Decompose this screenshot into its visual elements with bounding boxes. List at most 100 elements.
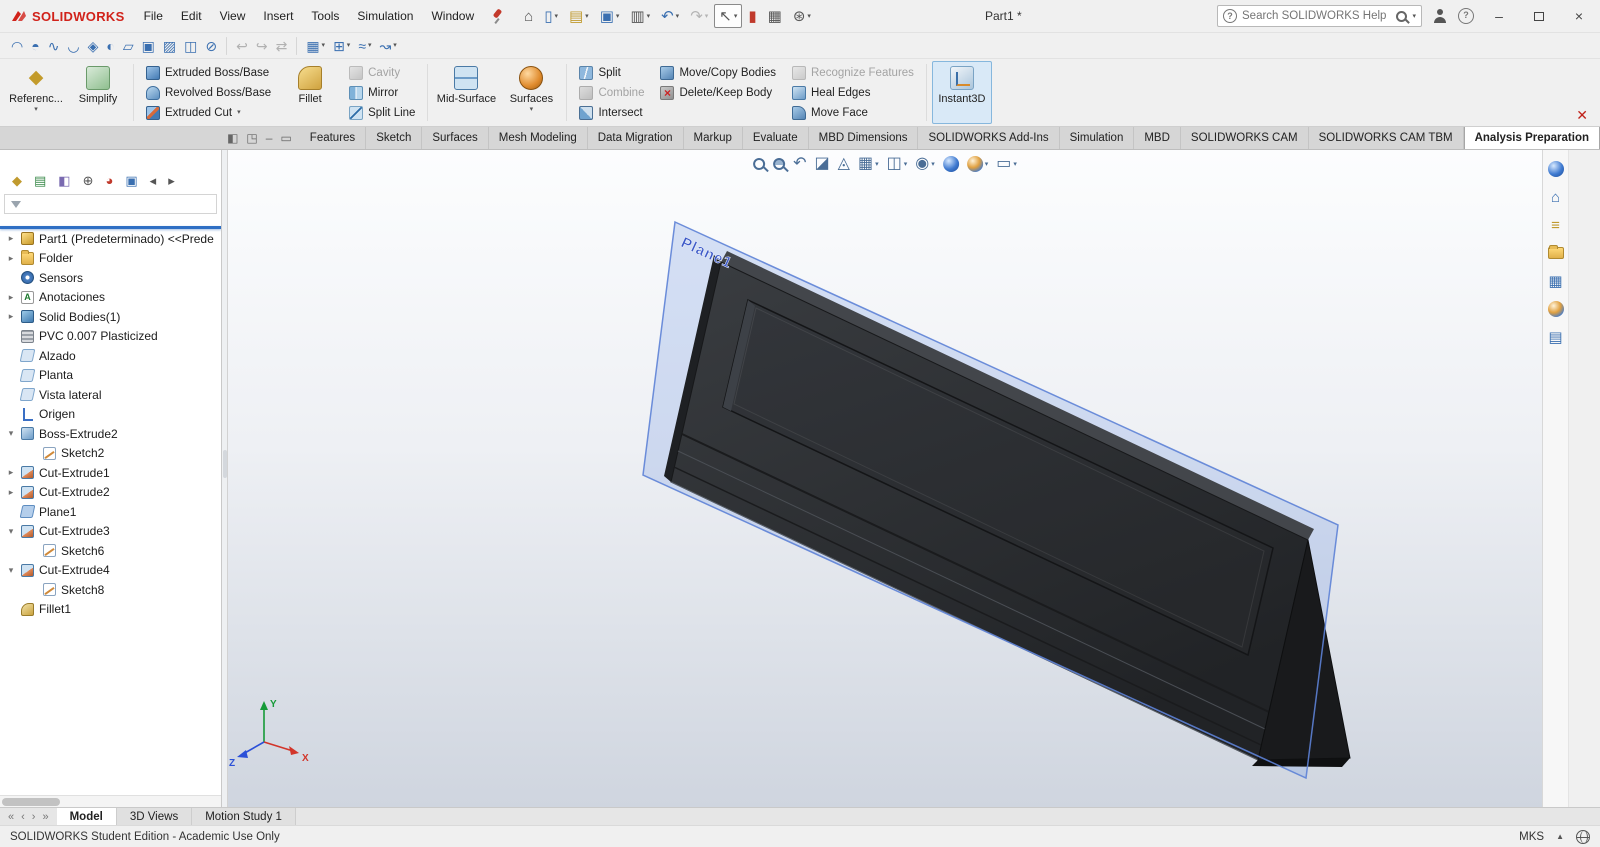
lofted-surface-button[interactable]: ◡ xyxy=(64,35,82,57)
dropdown-arrow-icon[interactable]: ▾ xyxy=(554,13,558,20)
pin-menu-icon[interactable] xyxy=(489,8,505,24)
close-window-button[interactable]: × xyxy=(1564,3,1594,29)
tree-tab-scroll-left[interactable]: ◂ xyxy=(150,174,157,187)
mirror-button[interactable]: Mirror xyxy=(344,83,420,102)
tree-item[interactable]: Origen xyxy=(0,405,221,425)
custom-properties-button[interactable]: ▤ xyxy=(1546,328,1566,346)
tree-item[interactable]: Vista lateral xyxy=(0,385,221,405)
web-globe-icon[interactable] xyxy=(1576,829,1590,844)
cavity-button[interactable]: Cavity xyxy=(344,63,420,82)
tree-item[interactable]: ▾ Cut-Extrude3 xyxy=(0,522,221,542)
knit-surface-button[interactable]: ◫ xyxy=(181,35,200,57)
tree-tab-scroll-right[interactable]: ▸ xyxy=(168,174,175,187)
curve-tools-button[interactable]: ↝ ▾ xyxy=(377,35,400,57)
commandmanager-tab[interactable]: MBD Dimensions xyxy=(809,127,919,149)
design-library-button[interactable]: ≡ xyxy=(1546,216,1566,234)
menu-item[interactable]: Window xyxy=(422,4,483,28)
menu-item[interactable]: View xyxy=(211,4,255,28)
intersect-button[interactable]: Intersect xyxy=(574,103,649,122)
mid-surface-button[interactable]: Mid-Surface xyxy=(433,61,499,124)
help-search-input[interactable] xyxy=(1242,10,1392,22)
tree-item[interactable]: ▸ Cut-Extrude2 xyxy=(0,483,221,503)
dropdown-arrow-icon[interactable]: ▾ xyxy=(322,42,326,49)
view-palette-button[interactable]: ▦ xyxy=(1546,272,1566,290)
tree-item[interactable]: Planta xyxy=(0,366,221,386)
commandmanager-tab[interactable]: Analysis Preparation xyxy=(1463,127,1600,149)
displaymanager-tab[interactable]: ◕ xyxy=(106,174,114,187)
minimize-document-icon[interactable]: – xyxy=(266,132,273,144)
tree-item[interactable]: ▸ Solid Bodies(1) xyxy=(0,307,221,327)
tree-item[interactable]: ▸ Anotaciones xyxy=(0,288,221,308)
split-button[interactable]: Split xyxy=(574,63,649,82)
unit-selector-arrow-icon[interactable]: ▲ xyxy=(1556,832,1564,841)
measure-button[interactable]: ⊞ ▾ xyxy=(330,35,353,57)
redo-button[interactable]: ↷ ▾ xyxy=(685,4,713,28)
extruded-boss-base-button[interactable]: Extruded Boss/Base xyxy=(141,63,276,82)
cam-tree-tab[interactable]: ▣ xyxy=(125,174,137,187)
file-properties-button[interactable]: ▦ xyxy=(763,4,787,28)
move-copy-bodies-button[interactable]: Move/Copy Bodies xyxy=(655,63,781,82)
commandmanager-tab[interactable]: SOLIDWORKS CAM TBM xyxy=(1309,127,1464,149)
file-explorer-button[interactable] xyxy=(1546,244,1566,262)
commandmanager-tab[interactable]: Features xyxy=(300,127,367,149)
commandmanager-tab[interactable]: Mesh Modeling xyxy=(489,127,588,149)
configurationmanager-tab[interactable]: ◧ xyxy=(58,174,70,187)
view-settings-button[interactable]: ▭ ▾ xyxy=(996,156,1017,172)
expand-arrow-icon[interactable]: ▸ xyxy=(6,253,16,264)
model-tab[interactable]: 3D Views xyxy=(116,808,193,825)
tree-filter-box[interactable] xyxy=(4,194,217,214)
unit-system-selector[interactable]: MKS xyxy=(1519,831,1544,843)
commandmanager-tab[interactable]: Surfaces xyxy=(422,127,489,149)
dropdown-arrow-icon[interactable]: ▾ xyxy=(585,13,589,20)
view-orientation-button[interactable]: ▦ ▾ xyxy=(858,156,879,172)
dropdown-arrow-icon[interactable]: ▾ xyxy=(34,106,38,113)
tree-item[interactable]: Sketch2 xyxy=(0,444,221,464)
scrollbar-thumb[interactable] xyxy=(2,797,60,806)
dimxpertmanager-tab[interactable]: ⊕ xyxy=(83,174,94,187)
trim-surface-button[interactable]: ⊘ xyxy=(202,35,220,57)
record-macro-button[interactable]: ▮ xyxy=(743,4,761,28)
3d-viewport-canvas[interactable]: Plane1 Y X Z xyxy=(228,150,1542,807)
tree-item[interactable]: Sensors xyxy=(0,268,221,288)
swept-surface-button[interactable]: ∿ xyxy=(45,35,63,57)
redo-view-button[interactable]: ↪ xyxy=(253,35,271,57)
dropdown-arrow-icon[interactable]: ▾ xyxy=(347,42,351,49)
home-tab-button[interactable]: ⌂ xyxy=(1546,188,1566,206)
expand-arrow-icon[interactable]: ▸ xyxy=(6,311,16,322)
minimize-window-button[interactable]: – xyxy=(1484,3,1514,29)
extruded-cut-button[interactable]: Extruded Cut ▾ xyxy=(141,103,276,122)
recognize-features-button[interactable]: Recognize Features xyxy=(787,63,919,82)
combine-button[interactable]: Combine xyxy=(574,83,649,102)
expand-arrow-icon[interactable]: ▾ xyxy=(6,428,16,439)
filled-surface-button[interactable]: ◐ xyxy=(103,35,117,57)
expand-arrow-icon[interactable]: ▸ xyxy=(6,487,16,498)
zoom-to-area-button[interactable] xyxy=(773,158,786,170)
dropdown-arrow-icon[interactable]: ▾ xyxy=(875,161,879,168)
split-line-button[interactable]: Split Line xyxy=(344,103,420,122)
expand-arrow-icon[interactable]: ▸ xyxy=(6,292,16,303)
help-search-box[interactable]: ▾ xyxy=(1217,5,1422,27)
commandmanager-tab[interactable]: SOLIDWORKS CAM xyxy=(1181,127,1309,149)
tree-item[interactable]: Fillet1 xyxy=(0,600,221,620)
heal-edges-button[interactable]: Heal Edges xyxy=(787,83,919,102)
featuremanager-tree-tab[interactable]: ◆ xyxy=(12,174,22,187)
print-button[interactable]: ▥ ▾ xyxy=(625,4,655,28)
planar-surface-button[interactable]: ▱ xyxy=(120,35,137,57)
menu-item[interactable]: Tools xyxy=(302,4,348,28)
dropdown-arrow-icon[interactable]: ▾ xyxy=(237,109,241,116)
dropdown-arrow-icon[interactable]: ▾ xyxy=(931,161,935,168)
spline-tools-button[interactable]: ≈ ▾ xyxy=(355,35,374,57)
menu-item[interactable]: Edit xyxy=(172,4,211,28)
extruded-surface-button[interactable]: ◠ xyxy=(8,35,26,57)
commandmanager-tab[interactable]: Markup xyxy=(684,127,743,149)
new-document-button[interactable]: ▯ ▾ xyxy=(539,4,563,28)
tree-item[interactable]: Alzado xyxy=(0,346,221,366)
home-button[interactable]: ⌂ xyxy=(519,4,538,28)
propertymanager-tab[interactable]: ▤ xyxy=(34,174,46,187)
simplify-button[interactable]: Simplify xyxy=(68,61,128,124)
model-tab-scroll-next-button[interactable]: › xyxy=(32,811,36,823)
tree-item[interactable]: Sketch8 xyxy=(0,580,221,600)
tree-item[interactable]: PVC 0.007 Plasticized xyxy=(0,327,221,347)
undo-view-button[interactable]: ↩ xyxy=(233,35,251,57)
solidworks-resources-button[interactable] xyxy=(1546,160,1566,178)
